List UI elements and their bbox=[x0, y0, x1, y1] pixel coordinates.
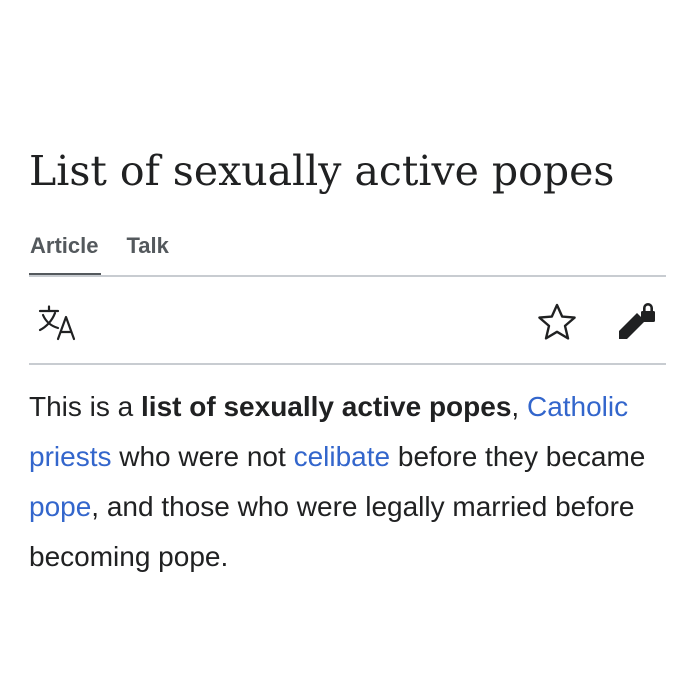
lead-text: This is a bbox=[29, 391, 142, 422]
namespace-tabs: Article Talk bbox=[29, 230, 170, 277]
article-page: List of sexually active popes Article Ta… bbox=[0, 0, 700, 700]
language-icon[interactable] bbox=[38, 305, 80, 341]
toolbar-divider bbox=[29, 363, 666, 365]
link-celibate[interactable]: celibate bbox=[294, 441, 391, 472]
lead-paragraph: This is a list of sexually active popes,… bbox=[29, 382, 669, 582]
tabs-divider bbox=[29, 275, 666, 277]
star-icon[interactable] bbox=[536, 302, 578, 342]
tab-talk[interactable]: Talk bbox=[125, 230, 169, 277]
lead-text: , bbox=[511, 391, 527, 422]
lead-text: before they became bbox=[390, 441, 646, 472]
link-pope[interactable]: pope bbox=[29, 491, 91, 522]
lead-bold-term: list of sexually active popes bbox=[141, 391, 512, 422]
lead-text: who were not bbox=[111, 441, 294, 472]
page-title: List of sexually active popes bbox=[29, 147, 615, 195]
tab-article[interactable]: Article bbox=[29, 230, 102, 277]
lead-text: , and those who were legally married bef… bbox=[29, 491, 635, 572]
edit-locked-icon[interactable] bbox=[615, 300, 659, 340]
